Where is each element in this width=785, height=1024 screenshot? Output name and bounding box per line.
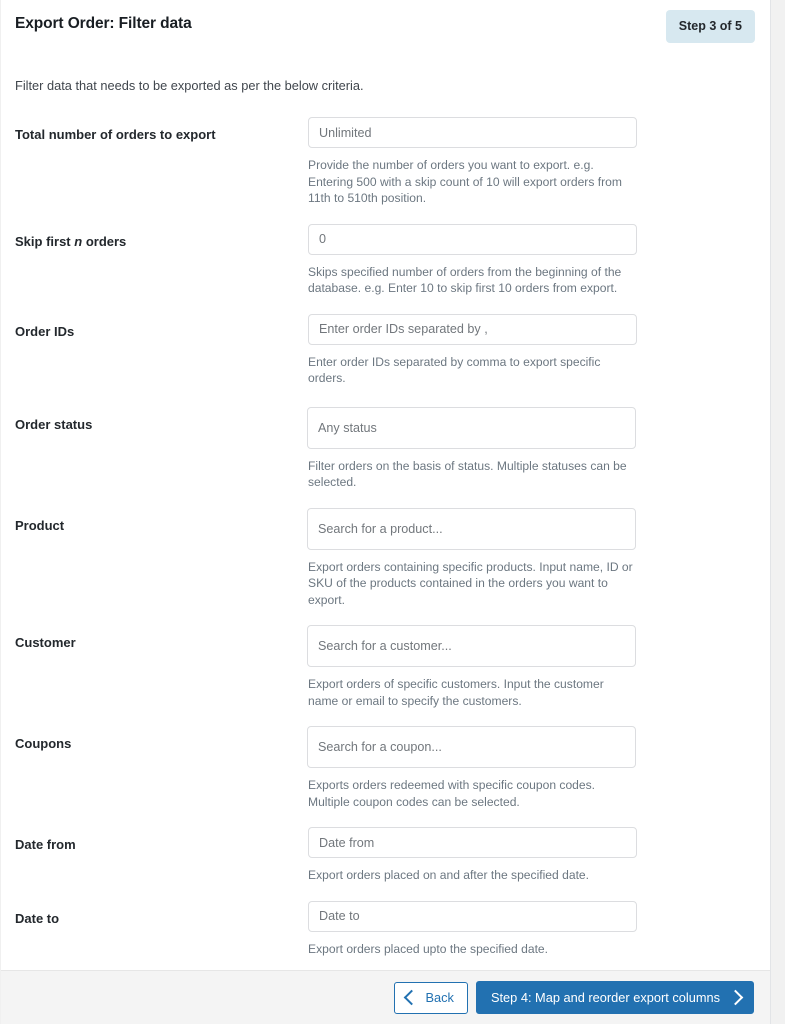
help-customer: Export orders of specific customers. Inp… [308, 677, 604, 708]
total-orders-input[interactable] [308, 117, 637, 148]
field-row-skip-orders: Skip first n orders Skips specified numb… [15, 223, 756, 297]
field-row-coupons: Coupons Search for a coupon... Exports o… [15, 726, 756, 810]
row-spacer [15, 207, 756, 224]
field-row-total-orders: Total number of orders to export Provide… [15, 117, 756, 207]
next-step-button[interactable]: Step 4: Map and reorder export columns [475, 981, 754, 1014]
wizard-footer: Back Step 4: Map and reorder export colu… [1, 970, 770, 1024]
back-button[interactable]: Back [393, 981, 468, 1014]
date-to-input[interactable] [308, 900, 637, 932]
export-order-wizard-card: Export Order: Filter data Step 3 of 5 Fi… [0, 0, 771, 1024]
chevron-right-icon [727, 989, 744, 1006]
label-date-to: Date to [15, 910, 60, 926]
help-total-orders: Provide the number of orders you want to… [308, 158, 622, 205]
chevron-left-icon [403, 989, 419, 1006]
label-coupons: Coupons [15, 736, 72, 751]
row-spacer [15, 884, 756, 901]
next-step-button-label: Step 4: Map and reorder export columns [490, 989, 720, 1005]
product-placeholder: Search for a product... [318, 521, 443, 536]
help-order-ids: Enter order IDs separated by comma to ex… [308, 354, 601, 386]
field-row-date-from: Date from Export orders placed on and af… [15, 827, 756, 884]
help-order-status: Filter orders on the basis of status. Mu… [308, 458, 627, 490]
field-row-customer: Customer Search for a customer... Export… [15, 625, 756, 709]
label-skip-orders-emphasis: n [74, 233, 83, 249]
coupons-placeholder: Search for a coupon... [318, 740, 442, 754]
control-wrap-date-from: Export orders placed on and after the sp… [308, 827, 756, 884]
row-spacer [15, 810, 756, 827]
row-spacer [15, 491, 756, 508]
label-date-from: Date from [15, 837, 76, 852]
field-row-order-ids: Order IDs Enter order IDs separated by c… [15, 313, 756, 387]
back-button-label: Back [425, 989, 454, 1005]
field-row-date-to: Date to Export orders placed upto the sp… [15, 900, 756, 958]
row-spacer [15, 608, 756, 625]
order-status-select[interactable]: Any status [307, 406, 636, 449]
control-wrap-customer: Search for a customer... Export orders o… [307, 625, 756, 709]
card-header: Export Order: Filter data Step 3 of 5 [1, 0, 770, 52]
filter-form: Total number of orders to export Provide… [1, 95, 770, 970]
skip-orders-input[interactable] [308, 223, 637, 255]
help-date-to: Export orders placed upto the specified … [308, 941, 549, 956]
row-spacer [15, 387, 756, 407]
intro-description: Filter data that needs to be exported as… [15, 78, 364, 93]
row-spacer [15, 709, 756, 726]
control-wrap-date-to: Export orders placed upto the specified … [308, 900, 756, 958]
help-skip-orders: Skips specified number of orders from th… [308, 264, 622, 296]
label-skip-orders-post: orders [82, 233, 127, 249]
help-date-from: Export orders placed on and after the sp… [308, 868, 590, 882]
control-wrap-order-status: Any status Filter orders on the basis of… [307, 406, 756, 491]
customer-placeholder: Search for a customer... [318, 639, 452, 653]
row-spacer [15, 297, 756, 314]
label-skip-orders-pre: Skip first [15, 233, 75, 249]
date-from-input[interactable] [308, 827, 637, 858]
order-ids-input[interactable] [308, 313, 637, 345]
label-order-ids: Order IDs [15, 323, 75, 339]
control-wrap-coupons: Search for a coupon... Exports orders re… [307, 726, 756, 810]
step-badge: Step 3 of 5 [665, 10, 755, 43]
field-row-product: Product Search for a product... Export o… [15, 507, 756, 609]
coupons-select[interactable]: Search for a coupon... [307, 726, 636, 768]
label-customer: Customer [15, 635, 76, 650]
label-skip-orders: Skip first n orders [15, 224, 308, 250]
label-order-status: Order status [15, 416, 93, 432]
customer-select[interactable]: Search for a customer... [307, 625, 636, 667]
control-wrap-product: Search for a product... Export orders co… [307, 507, 756, 609]
order-status-placeholder: Any status [318, 420, 377, 435]
field-row-order-status: Order status Any status Filter orders on… [15, 406, 756, 491]
label-product: Product [15, 517, 65, 533]
control-wrap-order-ids: Enter order IDs separated by comma to ex… [308, 313, 756, 387]
control-wrap-skip-orders: Skips specified number of orders from th… [308, 223, 756, 297]
product-select[interactable]: Search for a product... [307, 507, 636, 550]
help-coupons: Exports orders redeemed with specific co… [308, 778, 596, 809]
help-product: Export orders containing specific produc… [308, 559, 633, 607]
control-wrap-total-orders: Provide the number of orders you want to… [308, 117, 756, 207]
page-title: Export Order: Filter data [15, 15, 192, 32]
label-total-orders: Total number of orders to export [15, 127, 216, 142]
